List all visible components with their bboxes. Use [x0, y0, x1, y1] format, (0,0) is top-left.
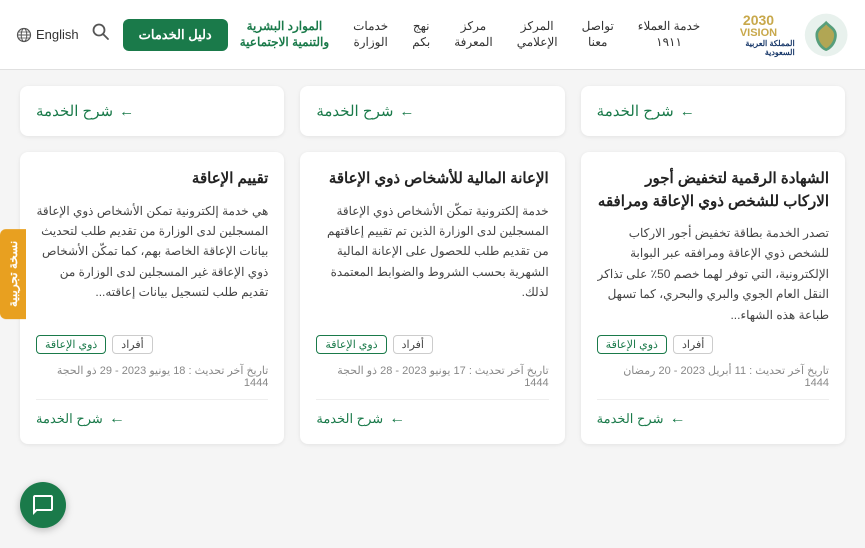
main-nav: الموارد البشريةوالتنمية الاجتماعية خدمات… [228, 19, 713, 50]
nav-menu: الموارد البشريةوالتنمية الاجتماعية خدمات… [228, 19, 713, 50]
main-header: 2030 VISION المملكة العربية السعودية الم… [0, 0, 865, 70]
ministry-logo-icon [803, 9, 849, 61]
service-link-top-3[interactable]: ← شرح الخدمة [36, 102, 134, 120]
card-date-3: تاريخ آخر تحديث : 18 يونيو 2023 - 29 ذو … [36, 364, 268, 389]
arrow-icon-3: ← [119, 103, 134, 120]
trial-version-tab[interactable]: نسخة تجريبية [0, 229, 26, 319]
nav-item-contact[interactable]: تواصلمعنا [570, 19, 626, 50]
top-cards-row: ← شرح الخدمة ← شرح الخدمة ← شرح الخدمة [20, 86, 845, 136]
main-cards-grid: الشهادة الرقمية لتخفيض أجور الاركاب للشخ… [20, 152, 845, 444]
card-desc-2: خدمة إلكترونية تمكّن الأشخاص ذوي الإعاقة… [316, 201, 548, 325]
service-link-1[interactable]: ← شرح الخدمة [597, 410, 686, 428]
card-digital-certificate: الشهادة الرقمية لتخفيض أجور الاركاب للشخ… [581, 152, 845, 444]
card-tags-2: أفراد ذوي الإعاقة [316, 335, 548, 354]
arrow-icon-2: ← [399, 103, 414, 120]
service-link-3[interactable]: ← شرح الخدمة [36, 410, 125, 428]
guide-button[interactable]: دليل الخدمات [123, 19, 228, 51]
tag-individuals-3: أفراد [112, 335, 152, 354]
globe-icon [16, 27, 32, 43]
card-financial-aid: الإعانة المالية للأشخاص ذوي الإعاقة خدمة… [300, 152, 564, 444]
card-tags-3: أفراد ذوي الإعاقة [36, 335, 268, 354]
tag-disability-2: ذوي الإعاقة [316, 335, 386, 354]
nav-item-ministry-services[interactable]: خدماتالوزارة [341, 19, 400, 50]
search-icon [91, 22, 111, 42]
card-date-1: تاريخ آخر تحديث : 11 أبريل 2023 - 20 رمض… [597, 364, 829, 389]
logo-area: 2030 VISION المملكة العربية السعودية [722, 9, 849, 61]
arrow-icon-card-1: ← [669, 410, 685, 428]
main-content: ← شرح الخدمة ← شرح الخدمة ← شرح الخدمة ا… [0, 70, 865, 464]
card-desc-3: هي خدمة إلكترونية تمكن الأشخاص ذوي الإعا… [36, 201, 268, 325]
nav-item-media[interactable]: المركزالإعلامي [505, 19, 570, 50]
card-footer-3: ← شرح الخدمة [36, 399, 268, 428]
top-card-2: ← شرح الخدمة [300, 86, 564, 136]
language-label: English [36, 27, 79, 42]
service-link-label-3: شرح الخدمة [36, 102, 113, 120]
top-card-3: ← شرح الخدمة [20, 86, 284, 136]
tag-disability-3: ذوي الإعاقة [36, 335, 106, 354]
card-footer-2: ← شرح الخدمة [316, 399, 548, 428]
service-link-label-card-2: شرح الخدمة [316, 411, 383, 427]
card-footer-1: ← شرح الخدمة [597, 399, 829, 428]
card-title-1: الشهادة الرقمية لتخفيض أجور الاركاب للشخ… [597, 168, 829, 213]
arrow-icon-card-2: ← [389, 410, 405, 428]
nav-item-customer[interactable]: خدمة العملاء١٩١١ [626, 19, 712, 50]
service-link-top-2[interactable]: ← شرح الخدمة [316, 102, 414, 120]
chat-icon [31, 493, 55, 517]
top-card-1: ← شرح الخدمة [581, 86, 845, 136]
card-title-3: تقييم الإعاقة [36, 168, 268, 191]
chat-button[interactable] [20, 482, 66, 528]
arrow-icon-1: ← [680, 103, 695, 120]
header-left: دليل الخدمات English [16, 19, 228, 51]
service-link-label-2: شرح الخدمة [316, 102, 393, 120]
nav-item-ministry[interactable]: الموارد البشريةوالتنمية الاجتماعية [228, 19, 341, 50]
language-switcher[interactable]: English [16, 27, 79, 43]
service-link-label-card-1: شرح الخدمة [597, 411, 664, 427]
card-disability-assessment: تقييم الإعاقة هي خدمة إلكترونية تمكن الأ… [20, 152, 284, 444]
tag-disability-1: ذوي الإعاقة [597, 335, 667, 354]
service-link-label-1: شرح الخدمة [597, 102, 674, 120]
card-tags-1: أفراد ذوي الإعاقة [597, 335, 829, 354]
service-link-2[interactable]: ← شرح الخدمة [316, 410, 405, 428]
search-button[interactable] [91, 22, 111, 47]
tag-individuals-1: أفراد [673, 335, 713, 354]
nav-item-approach[interactable]: نهجبكم [400, 19, 442, 50]
vision-badge: 2030 VISION المملكة العربية السعودية [722, 13, 794, 57]
card-desc-1: تصدر الخدمة بطاقة تخفيض أجور الاركاب للش… [597, 223, 829, 325]
arrow-icon-card-3: ← [109, 410, 125, 428]
header-right: 2030 VISION المملكة العربية السعودية الم… [228, 9, 849, 61]
card-date-2: تاريخ آخر تحديث : 17 يونيو 2023 - 28 ذو … [316, 364, 548, 389]
service-link-top-1[interactable]: ← شرح الخدمة [597, 102, 695, 120]
service-link-label-card-3: شرح الخدمة [36, 411, 103, 427]
nav-item-knowledge[interactable]: مركزالمعرفة [442, 19, 505, 50]
card-title-2: الإعانة المالية للأشخاص ذوي الإعاقة [316, 168, 548, 191]
tag-individuals-2: أفراد [393, 335, 433, 354]
